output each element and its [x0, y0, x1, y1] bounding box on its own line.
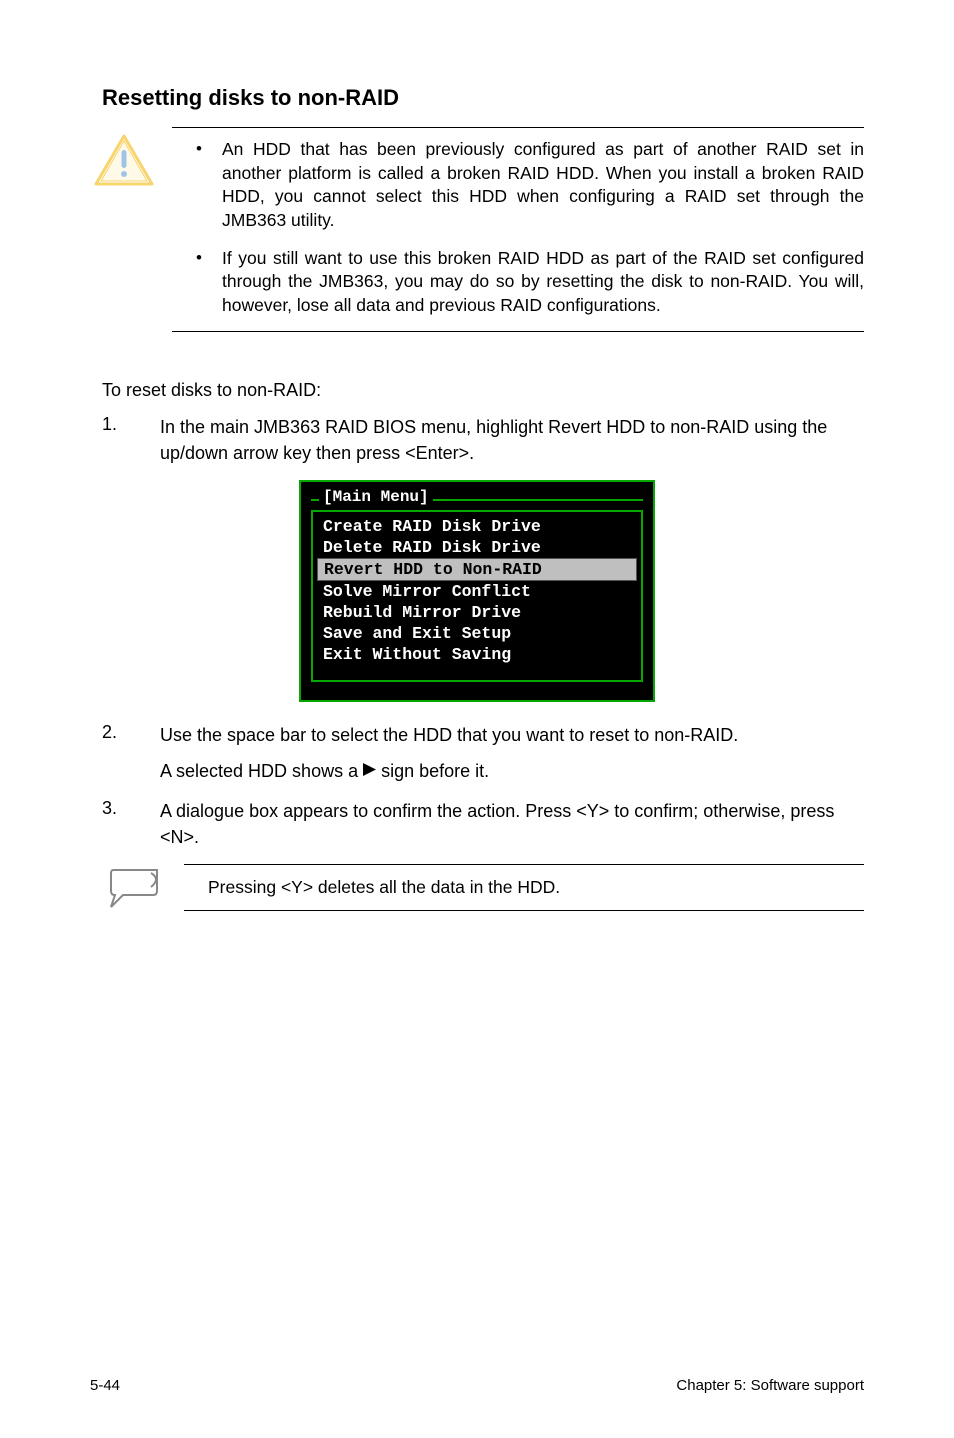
step-1: 1. In the main JMB363 RAID BIOS menu, hi… — [102, 414, 864, 466]
divider — [172, 331, 864, 332]
step-text-sub-before: A selected HDD shows a — [160, 758, 358, 784]
step-number: 2. — [102, 722, 130, 784]
step-text: In the main JMB363 RAID BIOS menu, highl… — [160, 414, 864, 466]
menu-item: Solve Mirror Conflict — [313, 581, 641, 602]
footer-page-number: 5-44 — [90, 1377, 120, 1394]
menu-item: Create RAID Disk Drive — [313, 516, 641, 537]
intro-text: To reset disks to non-RAID: — [102, 378, 864, 403]
triangle-play-icon — [362, 758, 377, 784]
menu-title: [Main Menu] — [319, 488, 433, 506]
caution-icon — [90, 127, 158, 187]
step-2: 2. Use the space bar to select the HDD t… — [102, 722, 864, 784]
section-heading: Resetting disks to non-RAID — [102, 85, 864, 111]
note-block: Pressing <Y> deletes all the data in the… — [102, 864, 864, 911]
menu-item: Exit Without Saving — [313, 644, 641, 665]
caution-block: An HDD that has been previously configur… — [90, 127, 864, 332]
note-icon — [102, 865, 170, 909]
page-footer: 5-44 Chapter 5: Software support — [90, 1377, 864, 1394]
menu-item: Save and Exit Setup — [313, 623, 641, 644]
caution-bullet: An HDD that has been previously configur… — [196, 138, 864, 233]
step-text-sub-after: sign before it. — [381, 758, 489, 784]
footer-chapter: Chapter 5: Software support — [676, 1377, 864, 1394]
step-text-main: Use the space bar to select the HDD that… — [160, 725, 738, 745]
menu-item-selected: Revert HDD to Non-RAID — [317, 558, 637, 581]
caution-list: An HDD that has been previously configur… — [172, 128, 864, 331]
step-text: A dialogue box appears to confirm the ac… — [160, 798, 864, 850]
step-3: 3. A dialogue box appears to confirm the… — [102, 798, 864, 850]
step-number: 1. — [102, 414, 130, 466]
menu-item: Rebuild Mirror Drive — [313, 602, 641, 623]
caution-bullet: If you still want to use this broken RAI… — [196, 247, 864, 318]
menu-item: Delete RAID Disk Drive — [313, 537, 641, 558]
step-text: Use the space bar to select the HDD that… — [160, 722, 864, 784]
step-number: 3. — [102, 798, 130, 850]
divider — [184, 910, 864, 911]
bios-menu-screenshot: [Main Menu] Create RAID Disk Drive Delet… — [90, 480, 864, 702]
note-text: Pressing <Y> deletes all the data in the… — [184, 865, 864, 910]
menu-items: Create RAID Disk Drive Delete RAID Disk … — [311, 510, 643, 682]
